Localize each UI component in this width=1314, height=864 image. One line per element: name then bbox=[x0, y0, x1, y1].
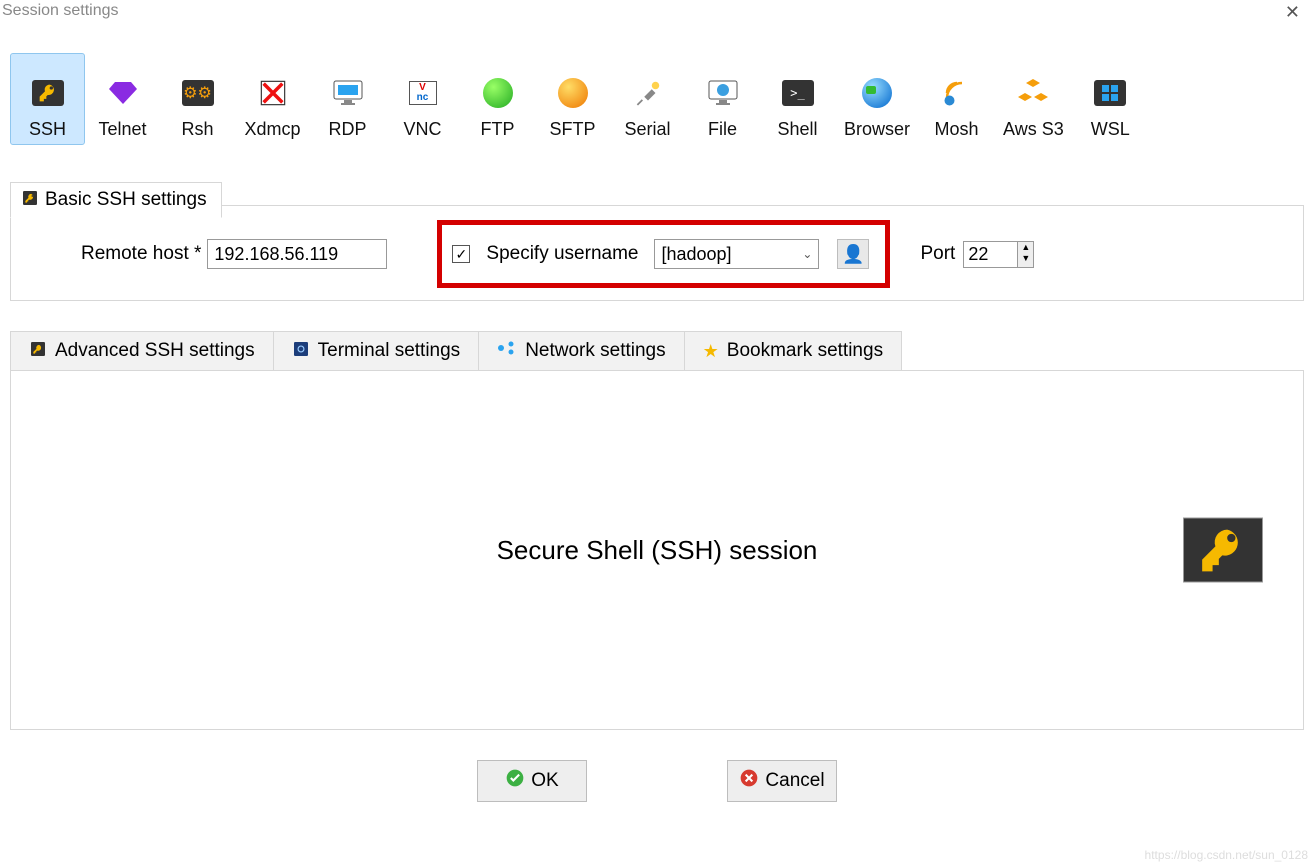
ok-button[interactable]: OK bbox=[477, 760, 587, 802]
star-icon: ★ bbox=[703, 341, 719, 362]
x-icon bbox=[255, 75, 291, 111]
session-type-rdp[interactable]: RDP bbox=[310, 53, 385, 145]
session-type-browser[interactable]: Browser bbox=[835, 53, 919, 145]
windows-icon bbox=[1094, 80, 1126, 106]
globe-blue-icon bbox=[859, 75, 895, 111]
check-circle-icon bbox=[505, 768, 525, 794]
session-type-mosh[interactable]: Mosh bbox=[919, 53, 994, 145]
chevron-down-icon: ⌄ bbox=[802, 247, 812, 261]
dialog-button-row: OK Cancel bbox=[0, 760, 1314, 802]
globe-green-icon bbox=[480, 75, 516, 111]
basic-ssh-legend: Basic SSH settings bbox=[45, 189, 207, 211]
tab-label: Network settings bbox=[525, 340, 665, 362]
session-type-label: Mosh bbox=[935, 119, 979, 140]
session-type-label: Xdmcp bbox=[244, 119, 300, 140]
cubes-icon bbox=[1015, 75, 1051, 111]
ok-label: OK bbox=[531, 770, 558, 792]
terminal-icon: >_ bbox=[782, 80, 814, 106]
basic-ssh-panel: Basic SSH settings Remote host * ✓ Speci… bbox=[10, 205, 1304, 301]
tab-terminal[interactable]: Terminal settings bbox=[273, 331, 480, 370]
session-type-label: Aws S3 bbox=[1003, 119, 1064, 140]
close-icon[interactable]: ✕ bbox=[1277, 2, 1308, 23]
globe-orange-icon bbox=[555, 75, 591, 111]
session-type-telnet[interactable]: Telnet bbox=[85, 53, 160, 145]
key-small-icon bbox=[21, 189, 39, 211]
vnc-icon: Vnc bbox=[405, 75, 441, 111]
x-circle-icon bbox=[739, 768, 759, 794]
gem-icon bbox=[105, 75, 141, 111]
session-type-label: SSH bbox=[29, 119, 66, 140]
tab-bookmark[interactable]: ★ Bookmark settings bbox=[684, 331, 902, 370]
session-type-serial[interactable]: Serial bbox=[610, 53, 685, 145]
watermark: https://blog.csdn.net/sun_0128 bbox=[1145, 848, 1308, 862]
session-type-ssh[interactable]: SSH bbox=[10, 53, 85, 145]
cancel-button[interactable]: Cancel bbox=[727, 760, 837, 802]
session-type-shell[interactable]: >_ Shell bbox=[760, 53, 835, 145]
session-type-file[interactable]: File bbox=[685, 53, 760, 145]
specify-username-label: Specify username bbox=[486, 243, 638, 265]
session-type-wsl[interactable]: WSL bbox=[1073, 53, 1148, 145]
satellite-icon bbox=[939, 75, 975, 111]
session-type-label: WSL bbox=[1091, 119, 1130, 140]
person-key-icon: 👤 bbox=[842, 244, 864, 265]
network-dots-icon bbox=[497, 340, 517, 362]
tab-label: Advanced SSH settings bbox=[55, 340, 255, 362]
key-icon bbox=[32, 80, 64, 106]
settings-body: Secure Shell (SSH) session bbox=[10, 370, 1304, 730]
session-type-label: VNC bbox=[403, 119, 441, 140]
specify-username-checkbox[interactable]: ✓ bbox=[452, 245, 470, 263]
session-type-label: Rsh bbox=[181, 119, 213, 140]
port-spinner[interactable]: ▲▼ bbox=[963, 241, 1034, 268]
gear-small-icon bbox=[292, 340, 310, 362]
window-title: Session settings bbox=[2, 2, 119, 20]
settings-tabs: Advanced SSH settings Terminal settings … bbox=[10, 331, 1304, 370]
session-type-label: Browser bbox=[844, 119, 910, 140]
plug-icon bbox=[630, 75, 666, 111]
session-description: Secure Shell (SSH) session bbox=[497, 535, 818, 566]
big-key-icon bbox=[1183, 518, 1263, 583]
gears-icon: ⚙⚙ bbox=[182, 80, 214, 106]
session-type-xdmcp[interactable]: Xdmcp bbox=[235, 53, 310, 145]
remote-host-label: Remote host * bbox=[81, 243, 201, 265]
session-type-label: Shell bbox=[777, 119, 817, 140]
title-bar: Session settings ✕ bbox=[0, 0, 1314, 23]
highlight-box: ✓ Specify username [hadoop] ⌄ 👤 bbox=[437, 220, 890, 288]
session-type-sftp[interactable]: SFTP bbox=[535, 53, 610, 145]
tab-advanced-ssh[interactable]: Advanced SSH settings bbox=[10, 331, 274, 370]
username-value: [hadoop] bbox=[661, 244, 731, 265]
remote-host-input[interactable] bbox=[207, 239, 387, 269]
monitor-icon bbox=[330, 75, 366, 111]
session-type-label: Serial bbox=[624, 119, 670, 140]
session-type-awss3[interactable]: Aws S3 bbox=[994, 53, 1073, 145]
tab-label: Bookmark settings bbox=[727, 340, 883, 362]
session-type-ftp[interactable]: FTP bbox=[460, 53, 535, 145]
session-type-label: File bbox=[708, 119, 737, 140]
basic-ssh-tab[interactable]: Basic SSH settings bbox=[10, 182, 222, 218]
session-type-vnc[interactable]: Vnc VNC bbox=[385, 53, 460, 145]
port-input[interactable] bbox=[963, 241, 1018, 268]
cancel-label: Cancel bbox=[765, 770, 824, 792]
user-picker-button[interactable]: 👤 bbox=[837, 239, 869, 269]
session-type-label: FTP bbox=[481, 119, 515, 140]
tab-label: Terminal settings bbox=[318, 340, 461, 362]
session-type-rsh[interactable]: ⚙⚙ Rsh bbox=[160, 53, 235, 145]
tab-network[interactable]: Network settings bbox=[478, 331, 684, 370]
session-type-label: SFTP bbox=[549, 119, 595, 140]
session-type-toolbar: SSH Telnet ⚙⚙ Rsh Xdmcp RDP Vnc VNC FTP … bbox=[0, 23, 1314, 155]
port-spin-arrows[interactable]: ▲▼ bbox=[1018, 241, 1034, 268]
session-type-label: RDP bbox=[328, 119, 366, 140]
username-combo[interactable]: [hadoop] ⌄ bbox=[654, 239, 819, 269]
port-label: Port bbox=[920, 243, 955, 265]
key-small-icon bbox=[29, 340, 47, 362]
file-monitor-icon bbox=[705, 75, 741, 111]
session-type-label: Telnet bbox=[98, 119, 146, 140]
